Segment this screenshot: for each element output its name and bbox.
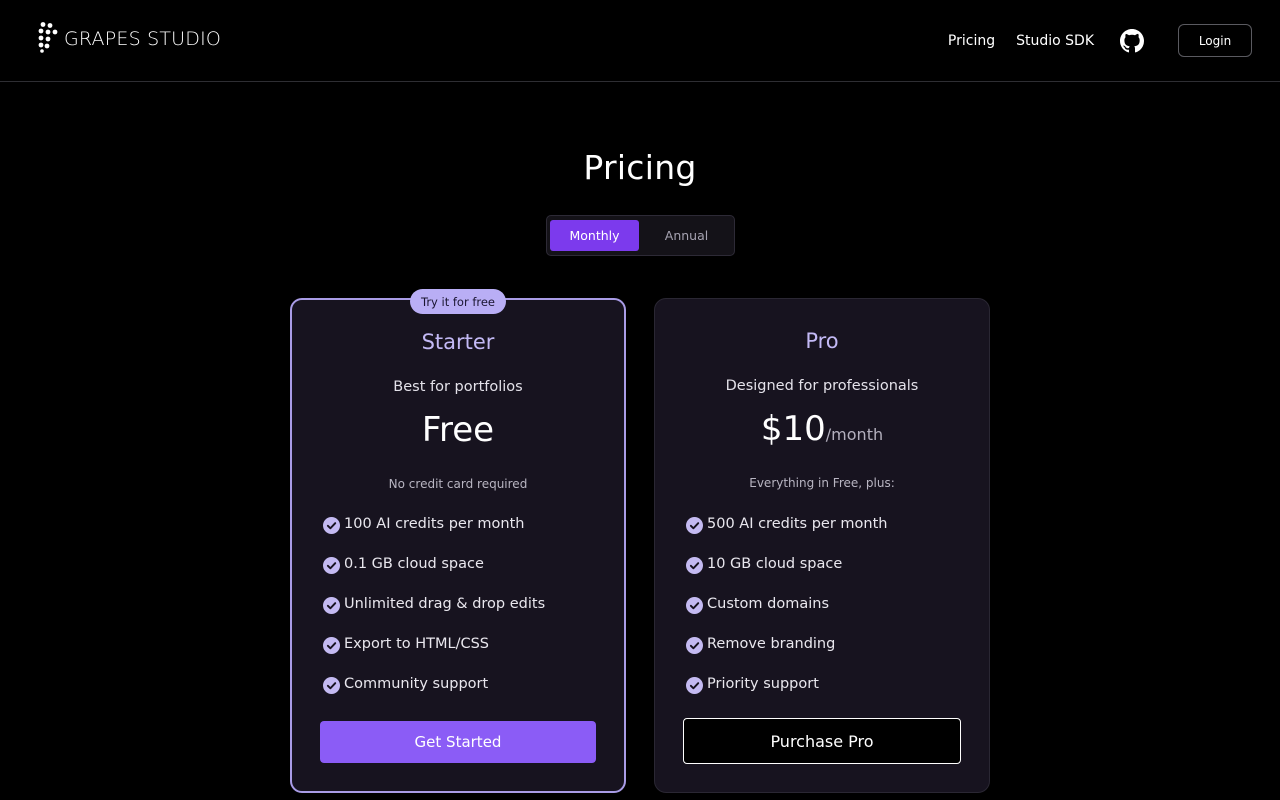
list-item: Community support <box>323 676 545 716</box>
check-circle-icon <box>323 637 340 654</box>
plan-note: Everything in Free, plus: <box>749 476 895 490</box>
check-circle-icon <box>686 517 703 534</box>
feature-text: 0.1 GB cloud space <box>344 556 484 572</box>
nav-link-pricing[interactable]: Pricing <box>948 33 995 49</box>
feature-text: Community support <box>344 676 489 692</box>
price-amount: Free <box>421 410 495 450</box>
feature-text: Custom domains <box>707 596 830 612</box>
check-circle-icon <box>323 677 340 694</box>
feature-text: Export to HTML/CSS <box>344 636 490 652</box>
feature-text: 10 GB cloud space <box>707 556 843 572</box>
plan-price: Free <box>292 410 624 450</box>
billing-toggle: Monthly Annual <box>546 215 735 256</box>
list-item: Remove branding <box>686 636 887 676</box>
list-item: Priority support <box>686 676 887 716</box>
plan-card-starter: Starter Best for portfolios Free No cred… <box>290 298 626 793</box>
nav-link-studio-sdk[interactable]: Studio SDK <box>1016 33 1094 49</box>
feature-list: 100 AI credits per month 0.1 GB cloud sp… <box>323 516 545 716</box>
pricing-page: GRAPES STUDIO Pricing Studio SDK Login P… <box>0 0 1280 800</box>
price-amount: $10 <box>760 409 826 449</box>
check-circle-icon <box>686 677 703 694</box>
list-item: Unlimited drag & drop edits <box>323 596 545 636</box>
list-item: 500 AI credits per month <box>686 516 887 556</box>
logo-link[interactable]: GRAPES STUDIO <box>37 21 222 57</box>
top-nav: Pricing Studio SDK Login <box>948 24 1252 57</box>
feature-text: 500 AI credits per month <box>707 516 888 532</box>
list-item: 10 GB cloud space <box>686 556 887 596</box>
plan-price: $10/month <box>655 409 989 449</box>
check-circle-icon <box>686 557 703 574</box>
github-link[interactable] <box>1120 28 1144 53</box>
list-item: 100 AI credits per month <box>323 516 545 556</box>
billing-option-monthly[interactable]: Monthly <box>550 220 639 251</box>
check-circle-icon <box>323 557 340 574</box>
plan-note: No credit card required <box>388 477 528 491</box>
purchase-pro-button[interactable]: Purchase Pro <box>683 718 961 764</box>
plan-description: Best for portfolios <box>393 379 523 395</box>
plan-name: Starter <box>421 330 495 354</box>
billing-option-annual[interactable]: Annual <box>642 220 731 251</box>
list-item: 0.1 GB cloud space <box>323 556 545 596</box>
feature-text: Remove branding <box>707 636 836 652</box>
check-circle-icon <box>686 597 703 614</box>
check-circle-icon <box>323 517 340 534</box>
github-icon <box>1120 28 1144 53</box>
feature-text: Unlimited drag & drop edits <box>344 596 546 612</box>
feature-text: 100 AI credits per month <box>344 516 525 532</box>
login-button[interactable]: Login <box>1178 24 1252 57</box>
try-free-badge: Try it for free <box>410 289 506 314</box>
logo-text: GRAPES STUDIO <box>64 28 222 50</box>
site-header: GRAPES STUDIO Pricing Studio SDK Login <box>0 0 1280 82</box>
price-unit: /month <box>825 425 884 444</box>
plan-card-pro: Pro Designed for professionals $10/month… <box>654 298 990 793</box>
page-title: Pricing <box>583 148 697 187</box>
list-item: Export to HTML/CSS <box>323 636 545 676</box>
plan-description: Designed for professionals <box>725 378 919 394</box>
check-circle-icon <box>686 637 703 654</box>
list-item: Custom domains <box>686 596 887 636</box>
feature-list: 500 AI credits per month 10 GB cloud spa… <box>686 516 887 716</box>
plan-name: Pro <box>805 329 839 353</box>
check-circle-icon <box>323 597 340 614</box>
get-started-button[interactable]: Get Started <box>320 721 596 763</box>
feature-text: Priority support <box>707 676 819 692</box>
grapes-icon <box>37 21 59 57</box>
